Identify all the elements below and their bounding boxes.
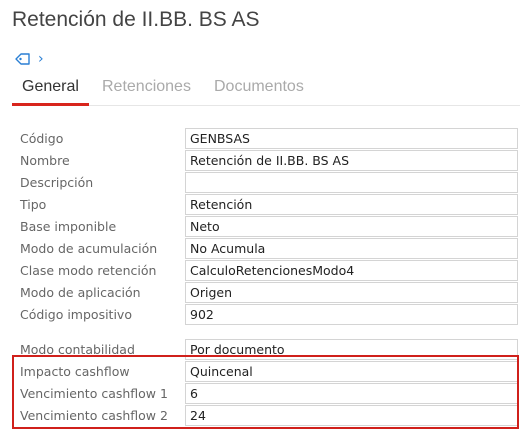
tab-retenciones[interactable]: Retenciones [92, 76, 201, 106]
page-title: Retención de II.BB. BS AS [12, 8, 260, 31]
impacto-cashflow-field[interactable]: Quincenal [185, 361, 518, 382]
tab-general[interactable]: General [12, 76, 89, 106]
field-label: Modo de acumulación [20, 241, 158, 256]
field-label: Clase modo retención [20, 263, 157, 278]
chevron-right-icon[interactable]: › [38, 52, 44, 66]
tag-icon[interactable] [14, 52, 32, 66]
field-label: Base imponible [20, 219, 117, 234]
field-label: Descripción [20, 175, 94, 190]
field-label: Vencimiento cashflow 1 [20, 386, 168, 401]
field-tipo: Tipo Retención [20, 194, 518, 216]
field-label: Tipo [20, 197, 47, 212]
field-label: Modo contabilidad [20, 342, 135, 357]
modo-contabilidad-field[interactable]: Por documento [185, 339, 518, 360]
tab-documentos[interactable]: Documentos [204, 76, 314, 106]
field-codigo-impositivo: Código impositivo 902 [20, 304, 518, 326]
base-imponible-field[interactable]: Neto [185, 216, 518, 237]
nombre-field[interactable]: Retención de II.BB. BS AS [185, 150, 518, 171]
field-clase-modo-retencion: Clase modo retención CalculoRetencionesM… [20, 260, 518, 282]
field-vencimiento-cashflow-2: Vencimiento cashflow 2 24 [20, 405, 518, 427]
field-descripcion: Descripción [20, 172, 518, 194]
vencimiento-cashflow-1-field[interactable]: 6 [185, 383, 518, 404]
field-label: Nombre [20, 153, 70, 168]
descripcion-field[interactable] [185, 172, 518, 193]
clase-modo-retencion-field[interactable]: CalculoRetencionesModo4 [185, 260, 518, 281]
field-modo-acumulacion: Modo de acumulación No Acumula [20, 238, 518, 260]
field-vencimiento-cashflow-1: Vencimiento cashflow 1 6 [20, 383, 518, 405]
field-label: Código [20, 131, 64, 146]
field-label: Impacto cashflow [20, 364, 130, 379]
field-nombre: Nombre Retención de II.BB. BS AS [20, 150, 518, 172]
field-label: Modo de aplicación [20, 285, 141, 300]
codigo-impositivo-field[interactable]: 902 [185, 304, 518, 325]
field-label: Código impositivo [20, 307, 132, 322]
vencimiento-cashflow-2-field[interactable]: 24 [185, 405, 518, 426]
field-base-imponible: Base imponible Neto [20, 216, 518, 238]
codigo-field[interactable]: GENBSAS [185, 128, 518, 149]
field-codigo: Código GENBSAS [20, 128, 518, 150]
tab-bar: General Retenciones Documentos [12, 76, 520, 106]
field-impacto-cashflow: Impacto cashflow Quincenal [20, 361, 518, 383]
field-modo-aplicacion: Modo de aplicación Origen [20, 282, 518, 304]
tipo-field[interactable]: Retención [185, 194, 518, 215]
modo-acumulacion-field[interactable]: No Acumula [185, 238, 518, 259]
modo-aplicacion-field[interactable]: Origen [185, 282, 518, 303]
field-modo-contabilidad: Modo contabilidad Por documento [20, 339, 518, 361]
icon-row: › [14, 50, 44, 68]
field-label: Vencimiento cashflow 2 [20, 408, 168, 423]
